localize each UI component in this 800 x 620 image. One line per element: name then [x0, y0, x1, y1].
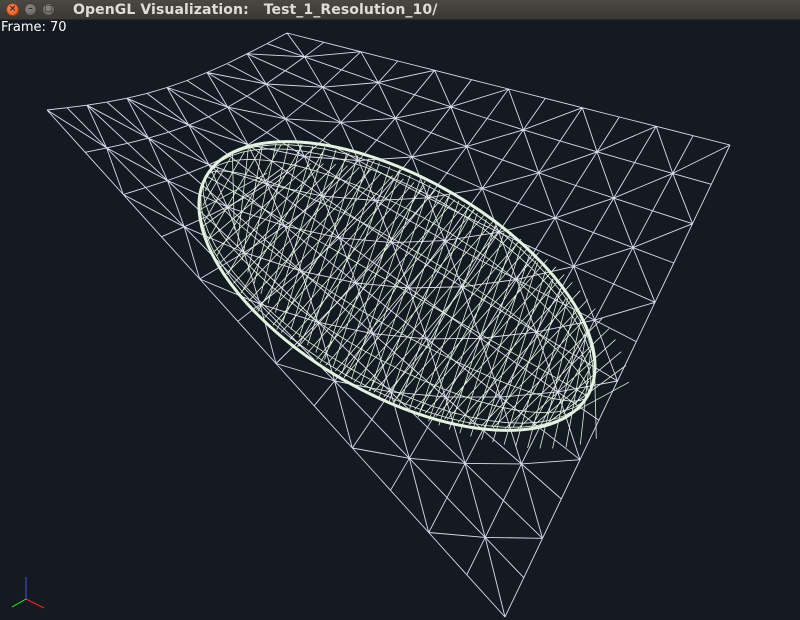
frame-label: Frame: — [1, 20, 46, 35]
minimize-button[interactable]: – — [24, 3, 37, 16]
close-icon: × — [8, 4, 17, 14]
frame-counter: Frame: 70 — [1, 20, 67, 36]
maximize-icon: □ — [44, 4, 53, 14]
gl-viewport[interactable] — [0, 20, 800, 620]
close-button[interactable]: × — [6, 3, 19, 16]
wireframe-scene — [46, 32, 731, 618]
axis-y-line — [11, 598, 27, 608]
maximize-button[interactable]: □ — [42, 3, 55, 16]
frame-value: 70 — [50, 20, 67, 35]
window-title: OpenGL Visualization: Test_1_Resolution_… — [73, 1, 438, 18]
title-bar[interactable]: × – □ OpenGL Visualization: Test_1_Resol… — [0, 0, 800, 20]
mesh-edges — [46, 32, 731, 618]
axis-x-line — [25, 598, 45, 609]
app-window: × – □ OpenGL Visualization: Test_1_Resol… — [0, 0, 800, 620]
deformed-box-mesh — [46, 32, 731, 618]
minimize-icon: – — [28, 4, 33, 14]
axis-gizmo-icon — [11, 577, 45, 609]
ellipsoid-edges — [198, 141, 630, 449]
